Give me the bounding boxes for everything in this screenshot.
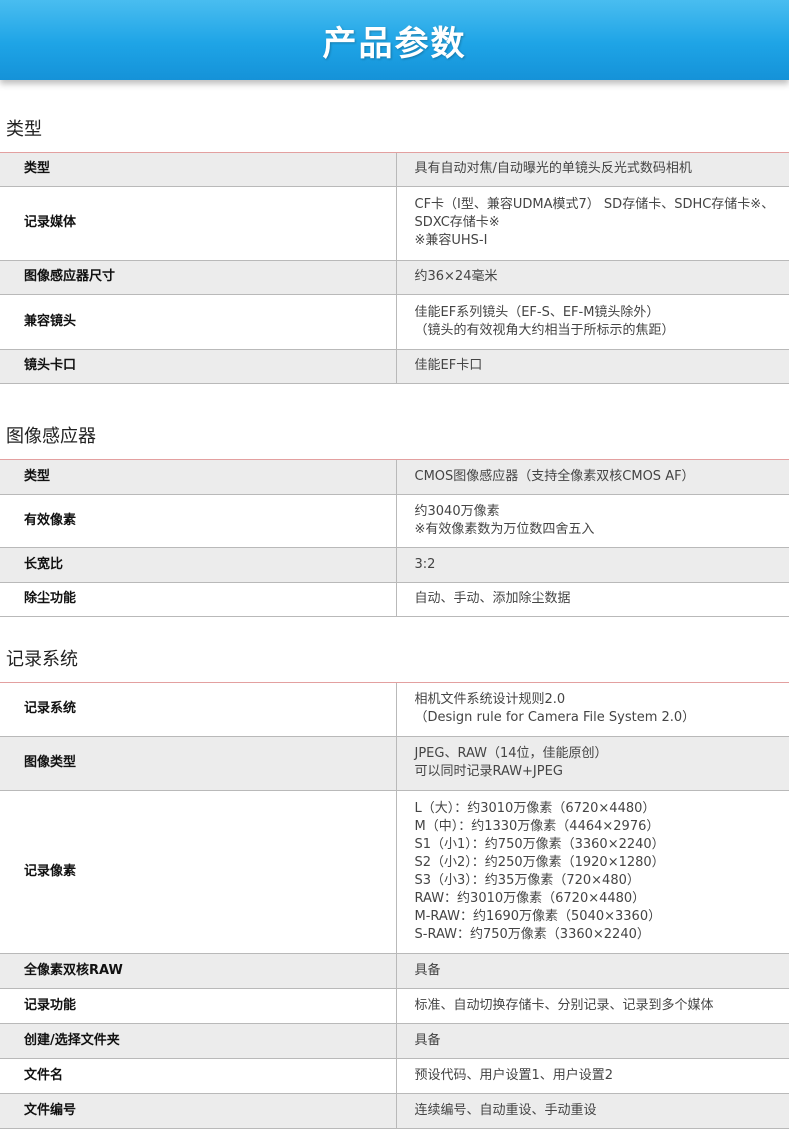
spec-key: 类型 — [0, 460, 397, 495]
spec-value-line: 连续编号、自动重设、手动重设 — [414, 1102, 597, 1118]
spec-value-line: RAW：约3010万像素（6720×4480） — [414, 890, 646, 906]
table-row: 文件编号 连续编号、自动重设、手动重设 — [0, 1093, 789, 1129]
table-row: 类型 CMOS图像感应器（支持全像素双核CMOS AF） — [0, 460, 789, 495]
spec-table: 类型 具有自动对焦/自动曝光的单镜头反光式数码相机 记录媒体 CF卡（I型、兼容… — [0, 153, 789, 384]
spec-value: JPEG、RAW（14位，佳能原创） 可以同时记录RAW+JPEG — [396, 736, 789, 791]
spec-key: 记录功能 — [0, 988, 397, 1024]
spec-key: 文件名 — [0, 1058, 397, 1094]
spec-key: 图像类型 — [0, 736, 397, 791]
spec-value-line: S-RAW：约750万像素（3360×2240） — [414, 926, 650, 942]
table-row: 类型 具有自动对焦/自动曝光的单镜头反光式数码相机 — [0, 153, 789, 187]
spec-value-line: JPEG、RAW（14位，佳能原创） — [414, 746, 608, 761]
spec-value-line: 相机文件系统设计规则2.0 — [414, 692, 566, 708]
spec-key: 除尘功能 — [0, 582, 397, 617]
spec-value-line: 标准、自动切换存储卡、分别记录、记录到多个媒体 — [414, 997, 714, 1013]
spec-value: 具有自动对焦/自动曝光的单镜头反光式数码相机 — [396, 153, 789, 187]
section-image-sensor: 图像感应器 类型 CMOS图像感应器（支持全像素双核CMOS AF） 有效像素 … — [0, 423, 789, 617]
spec-value-line: 3:2 — [414, 556, 436, 572]
table-row: 记录系统 相机文件系统设计规则2.0 （Design rule for Came… — [0, 683, 789, 737]
spec-value: 约36×24毫米 — [396, 260, 789, 295]
section-title: 记录系统 — [6, 649, 78, 670]
spec-value: 约3040万像素 ※有效像素数为万位数四舍五入 — [396, 494, 789, 548]
section-title: 类型 — [6, 119, 42, 140]
spec-value-line: 约3040万像素 — [414, 503, 500, 519]
table-row: 镜头卡口 佳能EF卡口 — [0, 349, 789, 384]
table-row: 记录像素 L（大）：约3010万像素（6720×4480） M（中）：约1330… — [0, 790, 789, 954]
spec-value-line: CF卡（I型、兼容UDMA模式7） SD存储卡、SDHC存储卡※、 — [414, 197, 775, 212]
spec-value: 3:2 — [396, 547, 789, 583]
spec-value: L（大）：约3010万像素（6720×4480） M（中）：约1330万像素（4… — [396, 790, 789, 954]
spec-key: 记录媒体 — [0, 186, 397, 261]
spec-value: 标准、自动切换存储卡、分别记录、记录到多个媒体 — [396, 988, 789, 1024]
table-row: 图像类型 JPEG、RAW（14位，佳能原创） 可以同时记录RAW+JPEG — [0, 736, 789, 791]
spec-value: 具备 — [396, 953, 789, 989]
spec-key: 长宽比 — [0, 547, 397, 583]
spec-value-line: 预设代码、用户设置1、用户设置2 — [414, 1067, 614, 1083]
spec-key: 图像感应器尺寸 — [0, 260, 397, 295]
spec-key: 记录系统 — [0, 683, 397, 737]
table-row: 创建/选择文件夹 具备 — [0, 1023, 789, 1059]
spec-value-line: L（大）：约3010万像素（6720×4480） — [414, 800, 656, 816]
spec-value-line: S3（小3）：约35万像素（720×480） — [414, 872, 640, 888]
spec-value: CMOS图像感应器（支持全像素双核CMOS AF） — [396, 460, 789, 495]
table-row: 长宽比 3:2 — [0, 547, 789, 583]
spec-value-line: S2（小2）：约250万像素（1920×1280） — [414, 854, 665, 870]
spec-value-line: M-RAW：约1690万像素（5040×3360） — [414, 908, 662, 924]
section-title: 图像感应器 — [6, 426, 96, 447]
section-recording-system: 记录系统 记录系统 相机文件系统设计规则2.0 （Design rule for… — [0, 646, 789, 1129]
table-row: 兼容镜头 佳能EF系列镜头（EF-S、EF-M镜头除外） （镜头的有效视角大约相… — [0, 294, 789, 350]
table-row: 有效像素 约3040万像素 ※有效像素数为万位数四舍五入 — [0, 494, 789, 548]
spec-key: 有效像素 — [0, 494, 397, 548]
spec-value-line: 可以同时记录RAW+JPEG — [414, 764, 563, 779]
spec-value-line: ※兼容UHS-I — [414, 233, 488, 248]
spec-value-line: M（中）：约1330万像素（4464×2976） — [414, 818, 660, 834]
spec-value-line: 佳能EF系列镜头（EF-S、EF-M镜头除外） — [414, 304, 660, 320]
section-type: 类型 类型 具有自动对焦/自动曝光的单镜头反光式数码相机 记录媒体 CF卡（I型… — [0, 116, 789, 384]
spec-key: 记录像素 — [0, 790, 397, 954]
header-banner: 产品参数 — [0, 0, 789, 80]
spec-key: 全像素双核RAW — [0, 953, 397, 989]
spec-value: 连续编号、自动重设、手动重设 — [396, 1093, 789, 1129]
table-row: 全像素双核RAW 具备 — [0, 953, 789, 989]
spec-key: 创建/选择文件夹 — [0, 1023, 397, 1059]
spec-key: 兼容镜头 — [0, 294, 397, 350]
table-row: 记录媒体 CF卡（I型、兼容UDMA模式7） SD存储卡、SDHC存储卡※、 S… — [0, 186, 789, 261]
spec-value-line: SDXC存储卡※ — [414, 215, 500, 230]
spec-table: 类型 CMOS图像感应器（支持全像素双核CMOS AF） 有效像素 约3040万… — [0, 460, 789, 617]
spec-key: 文件编号 — [0, 1093, 397, 1129]
spec-value-line: 自动、手动、添加除尘数据 — [414, 591, 571, 606]
spec-value-line: CMOS图像感应器（支持全像素双核CMOS AF） — [414, 468, 695, 484]
spec-value: 佳能EF系列镜头（EF-S、EF-M镜头除外） （镜头的有效视角大约相当于所标示… — [396, 294, 789, 350]
spec-value-line: S1（小1）：约750万像素（3360×2240） — [414, 836, 665, 852]
table-row: 图像感应器尺寸 约36×24毫米 — [0, 260, 789, 295]
spec-table: 记录系统 相机文件系统设计规则2.0 （Design rule for Came… — [0, 683, 789, 1129]
spec-key: 镜头卡口 — [0, 349, 397, 384]
page-title: 产品参数 — [322, 23, 467, 64]
spec-value: CF卡（I型、兼容UDMA模式7） SD存储卡、SDHC存储卡※、 SDXC存储… — [396, 186, 789, 261]
spec-value: 自动、手动、添加除尘数据 — [396, 582, 789, 617]
spec-value: 相机文件系统设计规则2.0 （Design rule for Camera Fi… — [396, 683, 789, 737]
spec-value-line: 具备 — [414, 1032, 441, 1048]
spec-value: 具备 — [396, 1023, 789, 1059]
spec-value-line: （镜头的有效视角大约相当于所标示的焦距） — [414, 322, 675, 338]
spec-value-line: 具有自动对焦/自动曝光的单镜头反光式数码相机 — [414, 161, 692, 177]
spec-value-line: （Design rule for Camera File System 2.0） — [414, 710, 696, 726]
spec-value-line: ※有效像素数为万位数四舍五入 — [414, 521, 595, 537]
spec-key: 类型 — [0, 153, 397, 187]
spec-value: 佳能EF卡口 — [396, 349, 789, 384]
spec-value-line: 约36×24毫米 — [414, 269, 498, 284]
spec-value: 预设代码、用户设置1、用户设置2 — [396, 1058, 789, 1094]
table-row: 文件名 预设代码、用户设置1、用户设置2 — [0, 1058, 789, 1094]
table-row: 记录功能 标准、自动切换存储卡、分别记录、记录到多个媒体 — [0, 988, 789, 1024]
spec-value-line: 佳能EF卡口 — [414, 358, 483, 373]
table-row: 除尘功能 自动、手动、添加除尘数据 — [0, 582, 789, 617]
spec-value-line: 具备 — [414, 962, 441, 978]
